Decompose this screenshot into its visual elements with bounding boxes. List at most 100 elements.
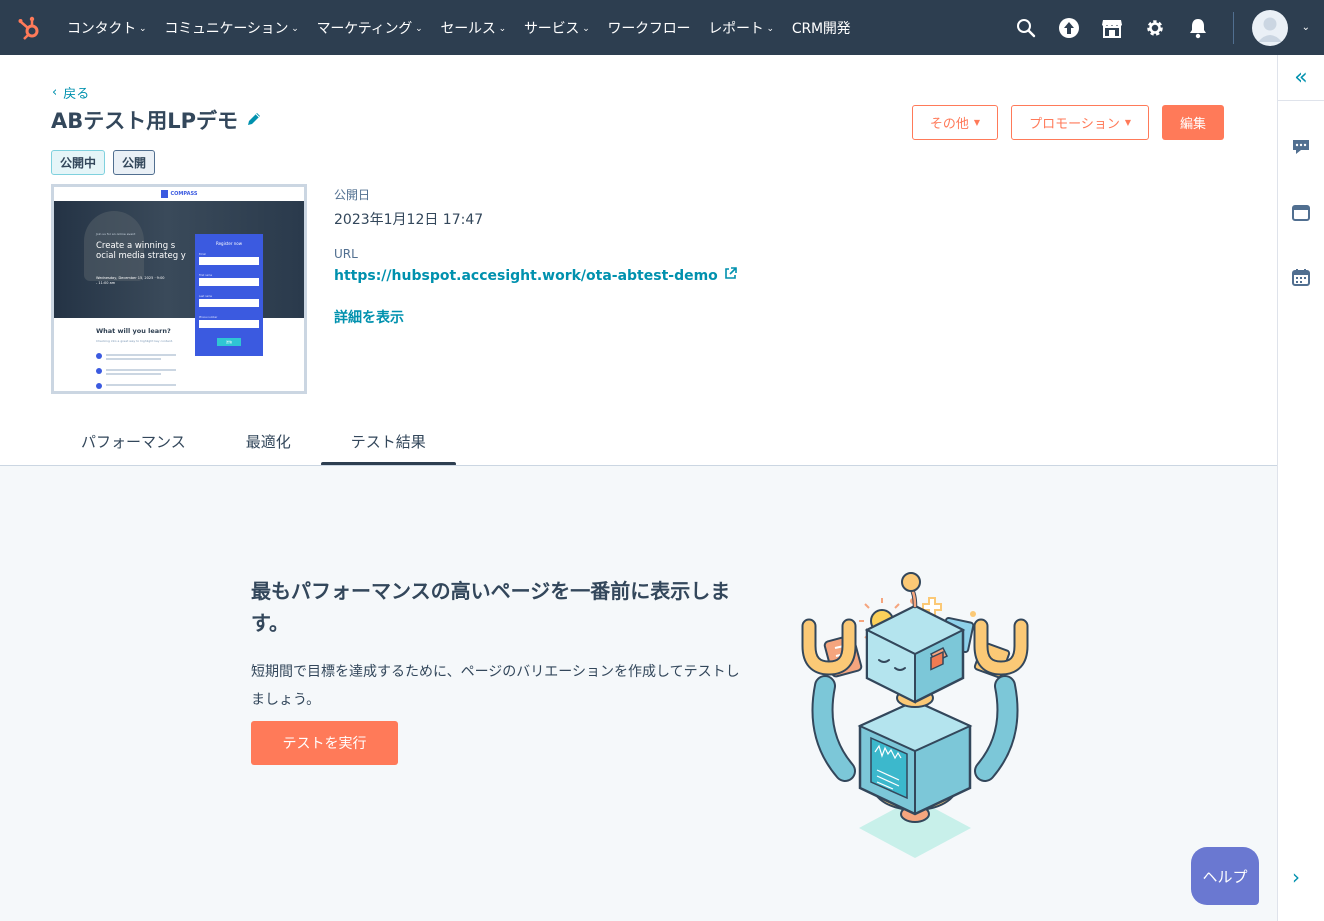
preview-form-field <box>199 278 259 286</box>
caret-down-icon: ▼ <box>973 118 981 127</box>
preview-form-field <box>199 299 259 307</box>
preview-bullet <box>96 383 102 389</box>
chevron-down-icon: ⌄ <box>139 23 147 34</box>
preview-brand: COMPASS <box>54 187 304 201</box>
avatar[interactable] <box>1251 9 1288 46</box>
preview-form-label: Email <box>199 253 206 256</box>
nav-item-service[interactable]: サービス ⌄ <box>515 0 599 55</box>
promotion-label: プロモーション <box>1029 117 1120 132</box>
search-icon[interactable] <box>1006 0 1046 55</box>
main-menu: コンタクト ⌄ コミュニケーション ⌄ マーケティング ⌄ セールス ⌄ サービス ⌄ ワ… <box>58 0 859 55</box>
gear-icon[interactable] <box>1135 0 1175 55</box>
preview-section-body: Checking into a great way to highlight k… <box>96 339 173 343</box>
show-details-link[interactable]: 詳細を表示 <box>334 307 404 327</box>
nav-utilities: ⌄ <box>1006 0 1324 55</box>
preview-form-label: Last name <box>199 295 213 298</box>
help-button[interactable]: ヘルプ <box>1191 847 1259 905</box>
calendar-icon[interactable] <box>1289 265 1313 289</box>
nav-item-label: コンタクト <box>67 20 136 37</box>
hubspot-logo-icon[interactable] <box>0 0 58 55</box>
preview-bullet-line <box>106 369 176 371</box>
nav-item-sales[interactable]: セールス ⌄ <box>431 0 515 55</box>
run-test-button[interactable]: テストを実行 <box>251 721 398 765</box>
preview-eyebrow: Join us for an online event <box>96 232 136 236</box>
back-link[interactable]: ‹ 戻る <box>52 83 89 102</box>
nav-item-label: レポート <box>708 20 764 37</box>
nav-item-contacts[interactable]: コンタクト ⌄ <box>58 0 155 55</box>
empty-state-heading: 最もパフォーマンスの高いページを一番前に表示します。 <box>251 579 731 635</box>
empty-state-body: 短期間で目標を達成するために、ページのバリエーションを作成してテストしましょう。 <box>251 664 740 708</box>
nav-item-label: セールス <box>440 20 496 37</box>
bell-icon[interactable] <box>1178 0 1218 55</box>
nav-item-workflows[interactable]: ワークフロー <box>599 0 700 55</box>
test-results-panel: 最もパフォーマンスの高いページを一番前に表示します。 短期間で目標を達成するため… <box>0 466 1277 921</box>
window-icon[interactable] <box>1289 201 1313 225</box>
robot-illustration <box>795 566 1035 866</box>
tab-bar: パフォーマンス 最適化 テスト結果 <box>51 417 456 466</box>
nav-item-conversations[interactable]: コミュニケーション ⌄ <box>155 0 307 55</box>
nav-item-reports[interactable]: レポート ⌄ <box>699 0 783 55</box>
page-url-text: https://hubspot.accesight.work/ota-abtes… <box>334 267 718 284</box>
nav-divider <box>1232 11 1234 44</box>
status-badge-live: 公開中 <box>51 150 106 175</box>
chat-icon[interactable] <box>1289 135 1313 159</box>
upgrade-arrow-icon[interactable] <box>1049 0 1089 55</box>
promotion-dropdown-button[interactable]: プロモーション ▼ <box>1011 105 1149 140</box>
preview-section-title: What will you learn? <box>96 327 171 335</box>
page-url-link[interactable]: https://hubspot.accesight.work/ota-abtes… <box>334 267 737 284</box>
main-content: ‹ 戻る ABテスト用LPデモ 公開中 公開 その他 ▼ プロモーション ▼ 編集 … <box>0 55 1277 921</box>
preview-headline: Create a winning s ocial media strateg y <box>96 241 186 261</box>
preview-form-label: Phone number <box>199 316 218 319</box>
page-meta: 公開日 2023年1月12日 17:47 URL https://hubspot… <box>334 186 737 284</box>
nav-item-label: サービス <box>523 20 580 37</box>
nav-item-label: CRM開発 <box>791 20 851 37</box>
tab-optimization[interactable]: 最適化 <box>216 417 321 466</box>
preview-bullet-line <box>106 384 176 386</box>
edit-button[interactable]: 編集 <box>1161 105 1224 140</box>
page-preview-thumbnail[interactable]: COMPASS Join us for an online event Crea… <box>51 184 307 394</box>
preview-bullet-line <box>106 358 161 360</box>
top-navigation: コンタクト ⌄ コミュニケーション ⌄ マーケティング ⌄ セールス ⌄ サービス ⌄ ワ… <box>0 0 1324 55</box>
nav-item-crm-dev[interactable]: CRM開発 <box>783 0 860 55</box>
chevron-left-icon: ‹ <box>52 85 58 100</box>
published-value: 2023年1月12日 17:47 <box>334 212 484 228</box>
preview-form-field <box>199 320 259 328</box>
preview-brand-text: COMPASS <box>170 191 198 197</box>
chevron-down-icon: ⌄ <box>766 23 775 34</box>
nav-item-label: ワークフロー <box>607 20 691 37</box>
preview-form: Register now Email First name Last name … <box>195 234 263 356</box>
tab-test-results[interactable]: テスト結果 <box>320 417 456 466</box>
chevron-down-icon: ⌄ <box>582 23 590 34</box>
double-chevron-left-icon[interactable]: « <box>1278 55 1324 101</box>
preview-form-field <box>199 257 259 265</box>
marketplace-icon[interactable] <box>1092 0 1132 55</box>
page-title-text: ABテスト用LPデモ <box>51 109 239 133</box>
right-sidebar: « › <box>1277 55 1324 921</box>
compass-logo-icon <box>160 190 168 198</box>
external-link-icon <box>724 267 737 284</box>
status-badge-published: 公開 <box>113 150 156 175</box>
url-label: URL <box>334 247 358 261</box>
published-label: 公開日 <box>334 188 371 202</box>
pencil-icon[interactable] <box>246 108 262 132</box>
preview-form-label: First name <box>199 274 213 277</box>
chevron-down-icon[interactable]: ⌄ <box>1302 22 1310 33</box>
preview-bullet <box>96 368 102 374</box>
chevron-down-icon: ⌄ <box>415 23 423 34</box>
preview-bullet-line <box>106 373 161 375</box>
chevron-right-icon[interactable]: › <box>1292 865 1300 889</box>
more-dropdown-button[interactable]: その他 ▼ <box>911 105 999 140</box>
caret-down-icon: ▼ <box>1124 118 1131 127</box>
preview-date: Wednesday, December 15, 2025 · 9:00 - 11… <box>96 276 165 285</box>
nav-item-label: コミュニケーション <box>164 20 289 37</box>
preview-bullet <box>96 353 102 359</box>
nav-item-marketing[interactable]: マーケティング ⌄ <box>308 0 432 55</box>
preview-form-title: Register now <box>216 241 242 246</box>
status-badges: 公開中 公開 <box>51 150 156 175</box>
page-actions: その他 ▼ プロモーション ▼ 編集 <box>911 105 1224 140</box>
preview-submit: 送信 <box>217 338 241 346</box>
tab-performance[interactable]: パフォーマンス <box>51 417 216 466</box>
chevron-down-icon: ⌄ <box>498 23 507 34</box>
page-title: ABテスト用LPデモ <box>51 105 262 135</box>
nav-item-label: マーケティング <box>316 20 413 37</box>
